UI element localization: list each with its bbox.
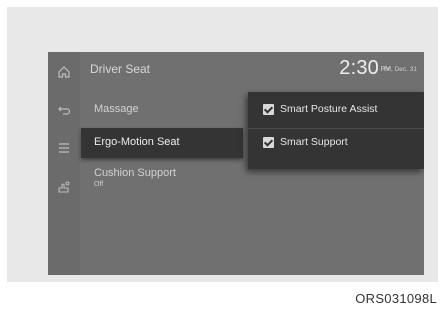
checkbox-checked-icon[interactable] [263, 104, 274, 115]
figure-code: ORS031098L [355, 291, 437, 306]
screen-header: Driver Seat 2:30 PM Fri, Dec. 31 [80, 52, 424, 86]
side-rail [48, 52, 80, 275]
popup-divider [248, 128, 424, 129]
menu-item-massage[interactable]: Massage [94, 103, 139, 115]
menu-item-cushion-support[interactable]: Cushion Support [94, 167, 176, 179]
back-icon[interactable] [57, 103, 71, 117]
menu-item-ergo-motion-seat[interactable]: Ergo-Motion Seat [81, 128, 243, 158]
option-label: Smart Posture Assist [280, 103, 378, 115]
home-icon[interactable] [57, 65, 71, 79]
option-label: Smart Support [280, 136, 348, 148]
checkbox-checked-icon[interactable] [263, 137, 274, 148]
cushion-support-status: Off [94, 181, 104, 188]
menu-item-label: Ergo-Motion Seat [94, 136, 180, 148]
figure-frame: Driver Seat 2:30 PM Fri, Dec. 31 Massage… [7, 7, 438, 282]
clock-date: Fri, Dec. 31 [383, 66, 417, 73]
ergo-motion-popup: Smart Posture Assist Smart Support [248, 92, 424, 169]
page-title: Driver Seat [90, 62, 151, 76]
infotainment-screen: Driver Seat 2:30 PM Fri, Dec. 31 Massage… [48, 52, 424, 275]
menu-icon[interactable] [57, 141, 71, 155]
settings-hand-icon[interactable] [57, 180, 71, 194]
clock-time: 2:30 [339, 57, 379, 79]
